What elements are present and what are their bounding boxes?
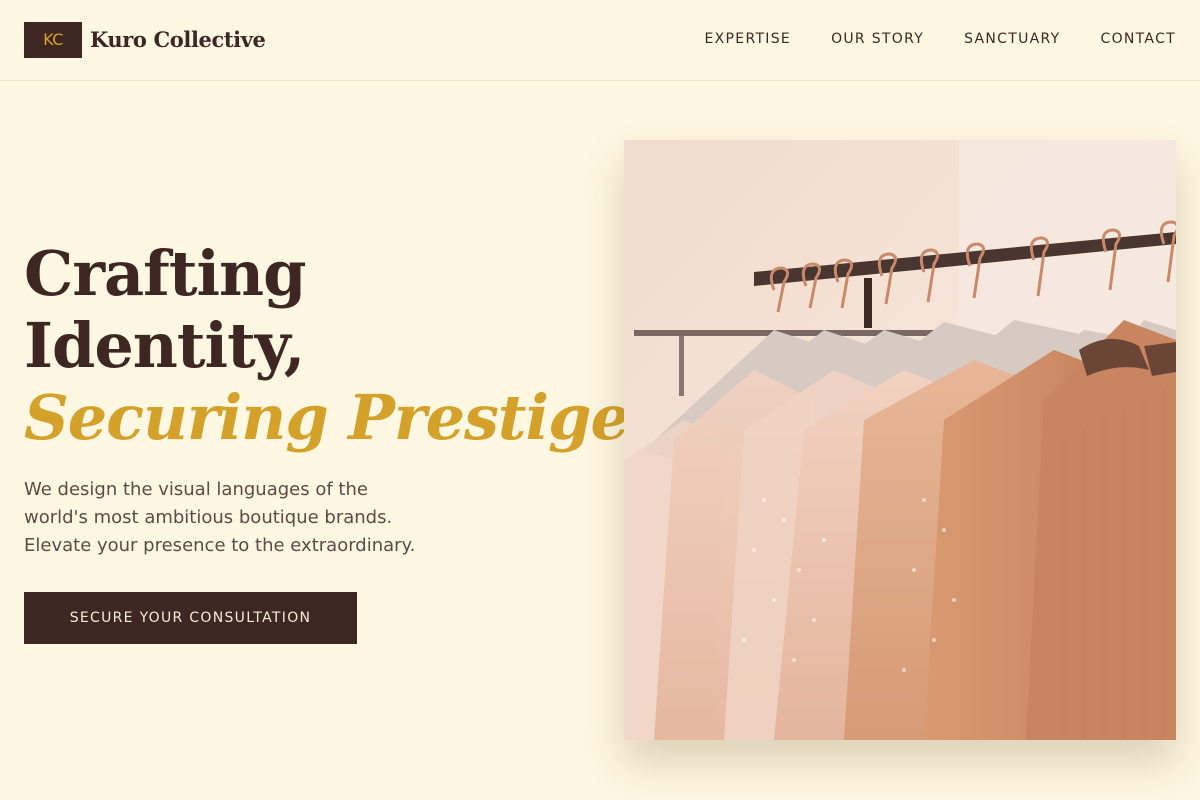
consultation-button[interactable]: SECURE YOUR CONSULTATION [24,592,357,644]
nav-contact[interactable]: CONTACT [1101,29,1177,49]
clothing-rack-illustration [624,140,1176,740]
lede-line-1: We design the visual languages of the [24,479,368,500]
brand-name[interactable]: Kuro Collective [90,25,266,55]
hero-image [624,140,1176,740]
hero-headline: Crafting Identity, Securing Prestige. [24,237,651,454]
logo-badge[interactable]: KC [24,22,82,58]
headline-line-2: Identity, [24,309,305,382]
headline-line-1: Crafting [24,237,306,310]
main-nav: EXPERTISE OUR STORY SANCTUARY CONTACT [705,29,1176,49]
headline-accent: Securing Prestige. [24,381,651,454]
lede-line-2: world's most ambitious boutique brands. [24,507,393,528]
nav-sanctuary[interactable]: SANCTUARY [964,29,1060,49]
site-header: KC Kuro Collective EXPERTISE OUR STORY S… [0,0,1200,81]
nav-our-story[interactable]: OUR STORY [831,29,924,49]
hero-description: We design the visual languages of the wo… [24,476,484,560]
nav-expertise[interactable]: EXPERTISE [705,29,792,49]
lede-line-3: Elevate your presence to the extraordina… [24,535,416,556]
